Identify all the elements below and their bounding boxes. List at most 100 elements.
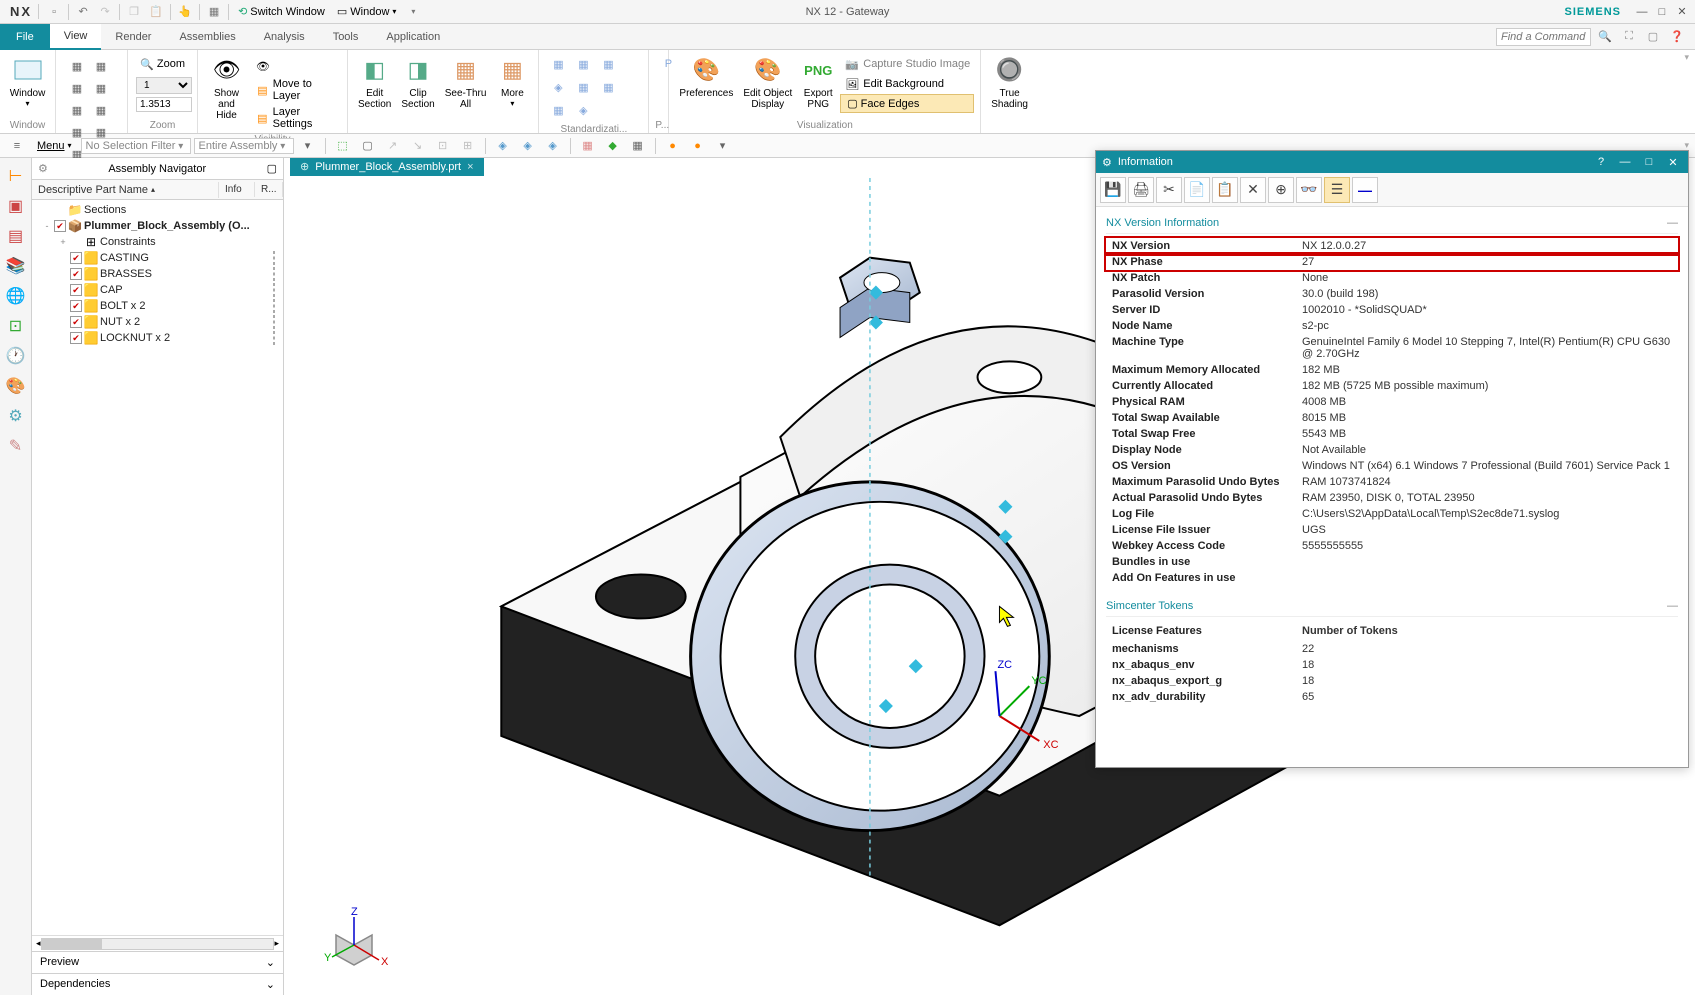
minimize-icon[interactable]: — — [1616, 154, 1634, 170]
std-icon[interactable]: ▦ — [597, 77, 619, 97]
menu-icon[interactable]: ≡ — [6, 136, 28, 156]
help-icon[interactable]: ❓ — [1667, 27, 1687, 47]
tree-row[interactable]: ✔🟨BOLT x 2 — [34, 298, 281, 314]
window-dropdown[interactable]: ▭Window▾ — [331, 3, 403, 20]
paste-icon[interactable]: 📋 — [145, 2, 167, 22]
immediate-hide-icon[interactable]: 👁 — [251, 56, 341, 76]
sel-icon[interactable]: ◆ — [602, 136, 624, 156]
sel-icon[interactable]: ▢ — [357, 136, 379, 156]
checkbox-icon[interactable]: ✔ — [70, 252, 82, 264]
sel-icon[interactable]: ▦ — [577, 136, 599, 156]
save-icon[interactable]: 💾 — [1100, 177, 1126, 203]
col-info[interactable]: Info — [219, 182, 255, 197]
dropdown-icon[interactable]: ▾ — [402, 2, 424, 22]
tree-row[interactable]: +⊞Constraints — [34, 234, 281, 250]
part-navigator-icon[interactable]: ⊢ — [4, 164, 28, 188]
orient-icon[interactable]: ▦ — [66, 56, 88, 76]
sel-icon[interactable]: ↘ — [407, 136, 429, 156]
checkbox-icon[interactable]: ✔ — [70, 268, 82, 280]
export-png-button[interactable]: PNGExport PNG — [798, 52, 838, 113]
orient-icon[interactable]: ▦ — [90, 78, 112, 98]
std-icon[interactable]: ▦ — [597, 54, 619, 74]
tab-application[interactable]: Application — [372, 24, 454, 50]
sel-icon[interactable]: ⊞ — [457, 136, 479, 156]
system-icon[interactable]: ⚙ — [4, 404, 28, 428]
std-icon[interactable]: ◈ — [572, 100, 594, 120]
zoom-button[interactable]: 🔍Zoom — [136, 54, 189, 74]
dependencies-panel[interactable]: Dependencies⌄ — [32, 973, 283, 995]
print-icon[interactable]: 🖨 — [1128, 177, 1154, 203]
collapse-icon[interactable]: — — [1667, 217, 1678, 229]
std-icon[interactable]: ▦ — [572, 54, 594, 74]
target-icon[interactable]: ⊕ — [1268, 177, 1294, 203]
move-layer-button[interactable]: ▤Move to Layer — [251, 76, 341, 104]
checkbox-icon[interactable]: ✔ — [70, 300, 82, 312]
col-r[interactable]: R... — [255, 182, 283, 197]
h-scrollbar[interactable]: ◂ ▸ — [32, 935, 283, 951]
see-thru-button[interactable]: ▦See-Thru All — [441, 52, 491, 112]
tab-assemblies[interactable]: Assemblies — [165, 24, 249, 50]
std-icon[interactable]: ▦ — [547, 54, 569, 74]
cut-icon[interactable]: ✂ — [1156, 177, 1182, 203]
sel-icon[interactable]: ● — [687, 136, 709, 156]
preview-panel[interactable]: Preview⌄ — [32, 951, 283, 973]
zoom-value[interactable] — [136, 97, 192, 112]
web-browser-icon[interactable]: 🌐 — [4, 284, 28, 308]
tree-row[interactable]: 📁Sections — [34, 202, 281, 218]
roles-icon[interactable]: ✎ — [4, 434, 28, 458]
assembly-filter[interactable]: Entire Assembly ▾ — [194, 138, 294, 154]
tab-render[interactable]: Render — [101, 24, 165, 50]
col-descriptive-name[interactable]: Descriptive Part Name▴ — [32, 182, 219, 198]
ribbon-chevron-icon[interactable]: ▾ — [1678, 50, 1695, 133]
part-tab[interactable]: ⊕ Plummer_Block_Assembly.prt × — [290, 158, 484, 176]
tab-view[interactable]: View — [50, 24, 102, 50]
close-button[interactable]: ✕ — [1673, 4, 1691, 20]
edit-section-button[interactable]: ◧Edit Section — [354, 52, 395, 112]
fullscreen-icon[interactable]: ⛶ — [1619, 27, 1639, 47]
switch-window-button[interactable]: ⟲Switch Window — [232, 3, 331, 20]
copy-icon[interactable]: 📄 — [1184, 177, 1210, 203]
sel-icon[interactable]: ▦ — [627, 136, 649, 156]
clip-section-button[interactable]: ◨Clip Section — [397, 52, 438, 112]
touch-icon[interactable]: 👆 — [174, 2, 196, 22]
undo-icon[interactable]: ↶ — [72, 2, 94, 22]
find-icon[interactable]: 👓 — [1296, 177, 1322, 203]
sel-icon[interactable]: ◈ — [492, 136, 514, 156]
dialog-titlebar[interactable]: ⚙ Information ? — □ ✕ — [1096, 151, 1688, 173]
sel-icon[interactable]: ▾ — [297, 136, 319, 156]
close-icon[interactable]: ✕ — [1664, 154, 1682, 170]
minimize-button[interactable]: — — [1633, 4, 1651, 20]
edit-object-display-button[interactable]: 🎨Edit Object Display — [739, 52, 796, 113]
list-view-icon[interactable]: ☰ — [1324, 177, 1350, 203]
std-icon[interactable]: ▦ — [572, 77, 594, 97]
checkbox-icon[interactable]: ✔ — [70, 284, 82, 296]
tree-row[interactable]: ✔🟨CAP — [34, 282, 281, 298]
new-icon[interactable]: ▫ — [43, 2, 65, 22]
orient-icon[interactable]: ▦ — [66, 100, 88, 120]
window-button[interactable]: Window ▾ — [6, 52, 49, 110]
orient-icon[interactable]: ▦ — [90, 56, 112, 76]
undock-icon[interactable]: ▢ — [267, 162, 277, 175]
history-icon[interactable]: ⊡ — [4, 314, 28, 338]
preferences-button[interactable]: 🎨Preferences — [675, 52, 737, 113]
redo-icon[interactable]: ↷ — [94, 2, 116, 22]
std-icon[interactable]: ▦ — [547, 100, 569, 120]
tree-row[interactable]: -✔📦Plummer_Block_Assembly (O... — [34, 218, 281, 234]
sel-icon[interactable]: ◈ — [517, 136, 539, 156]
assembly-navigator-icon[interactable]: ▣ — [4, 194, 28, 218]
sel-icon[interactable]: ⊡ — [432, 136, 454, 156]
checkbox-icon[interactable]: ✔ — [70, 316, 82, 328]
delete-icon[interactable]: ✕ — [1240, 177, 1266, 203]
roles-icon[interactable]: 🎨 — [4, 374, 28, 398]
dialog-body[interactable]: NX Version Information— NX VersionNX 12.… — [1096, 207, 1688, 767]
more-button[interactable]: ▦More▾ — [492, 52, 532, 112]
collapse-icon[interactable]: — — [1667, 600, 1678, 612]
sel-icon[interactable]: ▾ — [712, 136, 734, 156]
sel-icon[interactable]: ◈ — [542, 136, 564, 156]
help-icon[interactable]: ? — [1592, 154, 1610, 170]
std-icon[interactable]: ◈ — [547, 77, 569, 97]
orient-icon[interactable]: ▦ — [90, 100, 112, 120]
minimize-ribbon-icon[interactable]: ▢ — [1643, 27, 1663, 47]
tab-tools[interactable]: Tools — [319, 24, 373, 50]
reuse-library-icon[interactable]: 📚 — [4, 254, 28, 278]
